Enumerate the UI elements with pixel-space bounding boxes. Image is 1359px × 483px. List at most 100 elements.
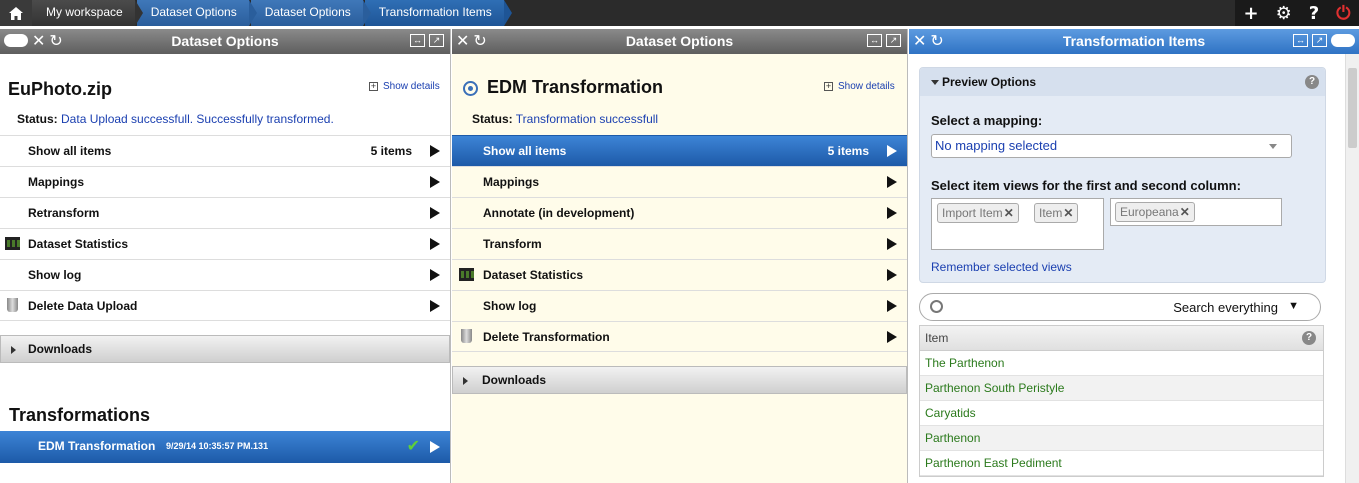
- second-column-views[interactable]: Europeana✕: [1110, 198, 1282, 226]
- resize-icon[interactable]: ↔: [867, 34, 882, 47]
- home-icon[interactable]: [0, 0, 32, 26]
- menu-item-annotate[interactable]: Annotate (in development): [452, 197, 907, 228]
- trash-icon: [7, 298, 18, 312]
- expand-icon: +: [824, 81, 833, 91]
- chevron-down-icon[interactable]: ▼: [1288, 300, 1299, 312]
- table-header: Item ?: [920, 326, 1323, 351]
- arrow-right-icon: [887, 269, 897, 281]
- downloads-toggle[interactable]: Downloads: [0, 335, 450, 363]
- scrollbar[interactable]: [1345, 54, 1359, 483]
- search-scope[interactable]: Search everything: [1173, 300, 1278, 315]
- item-views-label: Select item views for the first and seco…: [931, 178, 1241, 193]
- dataset-menu: Show all items 5 items Mappings Annotate …: [452, 135, 907, 352]
- expand-arrow-icon: [11, 346, 16, 354]
- dataset-options-panel-1: ✕ ↻ Dataset Options ↔ ↗ EuPhoto.zip + Sh…: [0, 29, 451, 483]
- scroll-thumb[interactable]: [1348, 68, 1357, 148]
- resize-icon[interactable]: ↔: [410, 34, 425, 47]
- add-icon[interactable]: +: [1244, 3, 1259, 24]
- show-details-link[interactable]: + Show details: [824, 81, 895, 92]
- panel-title: Transformation Items: [1062, 33, 1206, 49]
- arrow-right-icon: [887, 145, 897, 157]
- arrow-right-icon: [887, 207, 897, 219]
- show-details-link[interactable]: + Show details: [369, 81, 440, 92]
- remember-views-link[interactable]: Remember selected views: [931, 260, 1072, 274]
- top-bar: My workspace Dataset Options Dataset Opt…: [0, 0, 1359, 26]
- tag-item: Item✕: [1034, 203, 1079, 223]
- top-actions: + ⚙ ? ⏻: [1235, 0, 1359, 26]
- arrow-right-icon: [430, 145, 440, 157]
- menu-item-show-log[interactable]: Show log: [452, 290, 907, 321]
- tag-europeana: Europeana✕: [1115, 202, 1195, 222]
- help-icon[interactable]: ?: [1302, 331, 1316, 345]
- status-line: Status: Transformation successfull: [472, 112, 659, 126]
- menu-item-delete-transformation[interactable]: Delete Transformation: [452, 321, 907, 352]
- help-icon[interactable]: ?: [1309, 3, 1319, 24]
- popout-icon[interactable]: ↗: [429, 34, 444, 47]
- menu-item-transform[interactable]: Transform: [452, 228, 907, 259]
- menu-item-mappings[interactable]: Mappings: [452, 166, 907, 197]
- panel-header: ✕ ↻ Dataset Options ↔ ↗: [0, 29, 450, 54]
- menu-item-delete-data-upload[interactable]: Delete Data Upload: [0, 290, 450, 321]
- breadcrumb-dataset-options-2[interactable]: Dataset Options: [250, 0, 371, 26]
- breadcrumb-dataset-options-1[interactable]: Dataset Options: [136, 0, 257, 26]
- mapping-select[interactable]: No mapping selected: [931, 134, 1292, 158]
- panel-title: Dataset Options: [625, 33, 734, 49]
- select-mapping-label: Select a mapping:: [931, 113, 1043, 128]
- resize-icon[interactable]: ↔: [1293, 34, 1308, 47]
- table-row[interactable]: Caryatids: [920, 401, 1323, 426]
- arrow-right-icon: [430, 441, 440, 453]
- menu-item-mappings[interactable]: Mappings: [0, 166, 450, 197]
- popout-icon[interactable]: ↗: [886, 34, 901, 47]
- arrow-right-icon: [887, 238, 897, 250]
- popout-icon[interactable]: ↗: [1312, 34, 1327, 47]
- transformations-title: Transformations: [9, 405, 151, 425]
- downloads-toggle[interactable]: Downloads: [452, 366, 907, 394]
- transformation-date: 9/29/14 10:35:57 PM.131: [166, 441, 269, 451]
- breadcrumb-transformation-items[interactable]: Transformation Items: [364, 0, 512, 26]
- gear-icon[interactable]: ⚙: [1276, 3, 1292, 24]
- panel-title: Dataset Options: [171, 33, 279, 49]
- table-row[interactable]: Parthenon: [920, 426, 1323, 451]
- menu-item-show-all-items[interactable]: Show all items 5 items: [452, 135, 907, 166]
- panel-header: ✕ ↻ Transformation Items ↔ ↗: [909, 29, 1359, 54]
- menu-item-show-all-items[interactable]: Show all items 5 items: [0, 135, 450, 166]
- panel-header: ✕ ↻ Dataset Options ↔ ↗: [452, 29, 907, 54]
- preview-options-box: Preview Options ? Select a mapping: No m…: [919, 67, 1326, 283]
- table-row[interactable]: Parthenon East Pediment: [920, 451, 1323, 476]
- preview-options-toggle[interactable]: Preview Options ?: [920, 68, 1325, 96]
- film-icon: [459, 268, 474, 281]
- status-line: Status: Data Upload successfull. Success…: [17, 112, 334, 126]
- dataset-title: EDM Transformation: [487, 77, 664, 97]
- search-bar[interactable]: Search everything ▼: [919, 293, 1321, 321]
- remove-tag-icon[interactable]: ✕: [1180, 205, 1190, 219]
- status-value: Data Upload successfull. Successfully tr…: [61, 112, 334, 126]
- remove-tag-icon[interactable]: ✕: [1004, 206, 1014, 220]
- arrow-right-icon: [430, 269, 440, 281]
- tag-import-item: Import Item✕: [937, 203, 1019, 223]
- status-value: Transformation successfull: [515, 112, 659, 126]
- remove-tag-icon[interactable]: ✕: [1063, 206, 1073, 220]
- power-icon[interactable]: ⏻: [1336, 3, 1350, 24]
- film-icon: [5, 237, 20, 250]
- collapse-icon[interactable]: [1331, 34, 1355, 47]
- menu-item-retransform[interactable]: Retransform: [0, 197, 450, 228]
- breadcrumb-my-workspace[interactable]: My workspace: [32, 0, 143, 26]
- arrow-right-icon: [430, 300, 440, 312]
- expand-arrow-icon: [463, 377, 468, 385]
- dataset-options-panel-2: ✕ ↻ Dataset Options ↔ ↗ EDM Transformati…: [452, 29, 908, 483]
- table-row[interactable]: The Parthenon: [920, 351, 1323, 376]
- expand-icon: +: [369, 81, 378, 91]
- items-table: Item ? The Parthenon Parthenon South Per…: [919, 325, 1324, 477]
- menu-item-show-log[interactable]: Show log: [0, 259, 450, 290]
- breadcrumb: My workspace Dataset Options Dataset Opt…: [32, 0, 512, 26]
- first-column-views[interactable]: Import Item✕ Item✕: [931, 198, 1104, 250]
- arrow-right-icon: [887, 331, 897, 343]
- check-icon: ✔: [406, 436, 420, 455]
- help-icon[interactable]: ?: [1305, 75, 1319, 89]
- arrow-right-icon: [430, 207, 440, 219]
- transformation-items-panel: ✕ ↻ Transformation Items ↔ ↗ Preview Opt…: [909, 29, 1359, 483]
- menu-item-dataset-statistics[interactable]: Dataset Statistics: [452, 259, 907, 290]
- table-row[interactable]: Parthenon South Peristyle: [920, 376, 1323, 401]
- transformation-row[interactable]: EDM Transformation 9/29/14 10:35:57 PM.1…: [0, 431, 450, 463]
- menu-item-dataset-statistics[interactable]: Dataset Statistics: [0, 228, 450, 259]
